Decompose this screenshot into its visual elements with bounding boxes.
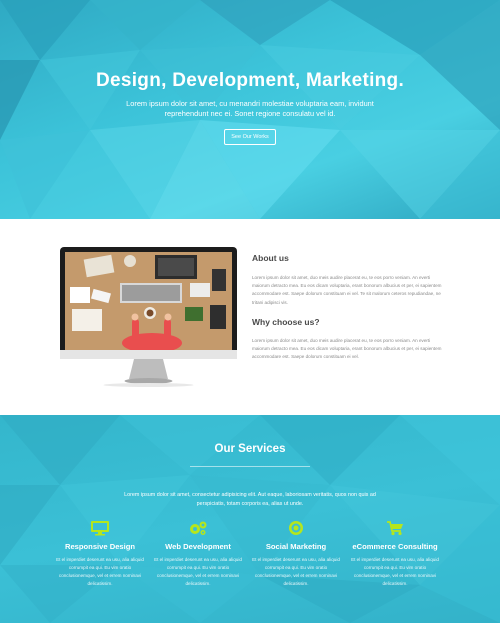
service-description: Et el imperdiet deserunt ea usu, alia al… xyxy=(351,557,439,586)
services-title: Our Services xyxy=(214,443,286,455)
hero-subtitle: Lorem ipsum dolor sit amet, cu menandri … xyxy=(126,99,374,118)
desktop-workspace-illustration xyxy=(60,247,237,387)
service-ecommerce-consulting: eCommerce Consulting Et el imperdiet des… xyxy=(345,520,445,588)
hero-title: Design, Development, Marketing. xyxy=(95,70,405,91)
service-description: Et el imperdiet deserunt ea usu, alia al… xyxy=(252,557,340,586)
target-icon xyxy=(289,521,303,535)
service-title: Responsive Design xyxy=(64,542,136,551)
services-divider xyxy=(190,466,310,467)
services-section: Our Services Lorem ipsum dolor sit amet,… xyxy=(0,415,500,623)
service-title: Web Development xyxy=(165,542,231,551)
service-description: Et el imperdiet deserunt ea usu, alia al… xyxy=(154,557,242,586)
cart-icon xyxy=(387,521,403,536)
hero-section: Design, Development, Marketing. Lorem ip… xyxy=(0,0,500,219)
about-us-text: Lorem ipsum dolor sit amet, duo meis aud… xyxy=(252,275,442,305)
gears-icon xyxy=(190,521,207,535)
service-web-development: Web Development Et el imperdiet deserunt… xyxy=(148,520,248,588)
service-title: eCommerce Consulting xyxy=(352,542,438,551)
services-intro: Lorem ipsum dolor sit amet, consectetur … xyxy=(124,492,376,507)
service-social-marketing: Social Marketing Et el imperdiet deserun… xyxy=(246,520,346,588)
service-responsive-design: Responsive Design Et el imperdiet deseru… xyxy=(50,520,150,588)
about-us-heading: About us xyxy=(252,253,289,263)
about-section: About us Lorem ipsum dolor sit amet, duo… xyxy=(0,219,500,415)
monitor-icon xyxy=(91,521,109,536)
service-title: Social Marketing xyxy=(265,542,327,551)
service-description: Et el imperdiet deserunt ea usu, alia al… xyxy=(56,557,144,586)
see-our-works-button[interactable]: See Our Works xyxy=(224,129,276,145)
why-choose-us-heading: Why choose us? xyxy=(252,317,320,327)
why-choose-us-text: Lorem ipsum dolor sit amet, duo meis aud… xyxy=(252,338,442,360)
